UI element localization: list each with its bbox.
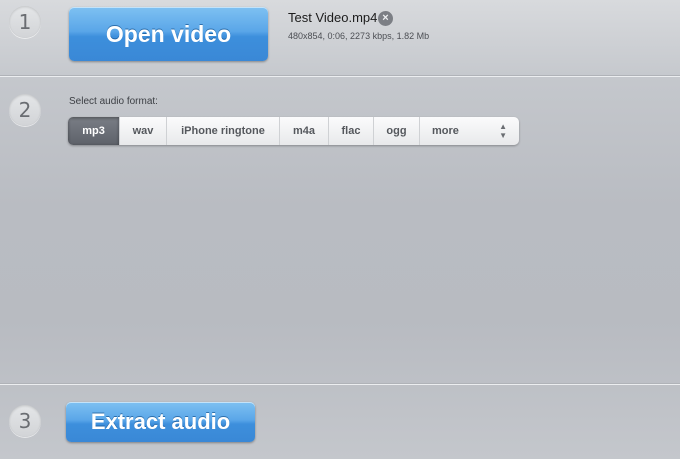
format-option-flac[interactable]: flac (329, 117, 374, 145)
format-option-wav[interactable]: wav (120, 117, 167, 145)
format-selector: mp3 wav iPhone ringtone m4a flac ogg mor… (68, 117, 519, 145)
file-name: Test Video.mp4 (288, 10, 378, 25)
format-option-iphone-ringtone[interactable]: iPhone ringtone (167, 117, 280, 145)
remove-file-icon[interactable]: × (378, 11, 393, 26)
updown-chevron-icon: ▲ ▼ (499, 122, 507, 140)
extract-audio-button[interactable]: Extract audio (66, 402, 255, 442)
step-number-1: 1 (9, 6, 41, 38)
step-extract-section: 3 Extract audio (0, 385, 680, 459)
format-option-mp3[interactable]: mp3 (68, 117, 120, 145)
format-option-m4a[interactable]: m4a (280, 117, 329, 145)
format-label: Select audio format: (69, 96, 158, 107)
step-open-section: 1 Open video Test Video.mp4 × 480x854, 0… (0, 0, 680, 76)
more-label: more (432, 125, 459, 137)
format-option-ogg[interactable]: ogg (374, 117, 420, 145)
open-video-button[interactable]: Open video (69, 7, 268, 61)
step-number-3: 3 (9, 405, 41, 437)
step-format-section: 2 Select audio format: mp3 wav iPhone ri… (0, 77, 680, 383)
file-info: 480x854, 0:06, 2273 kbps, 1.82 Mb (288, 31, 430, 41)
format-option-more[interactable]: more ▲ ▼ (420, 117, 519, 145)
step-number-2: 2 (9, 94, 41, 126)
